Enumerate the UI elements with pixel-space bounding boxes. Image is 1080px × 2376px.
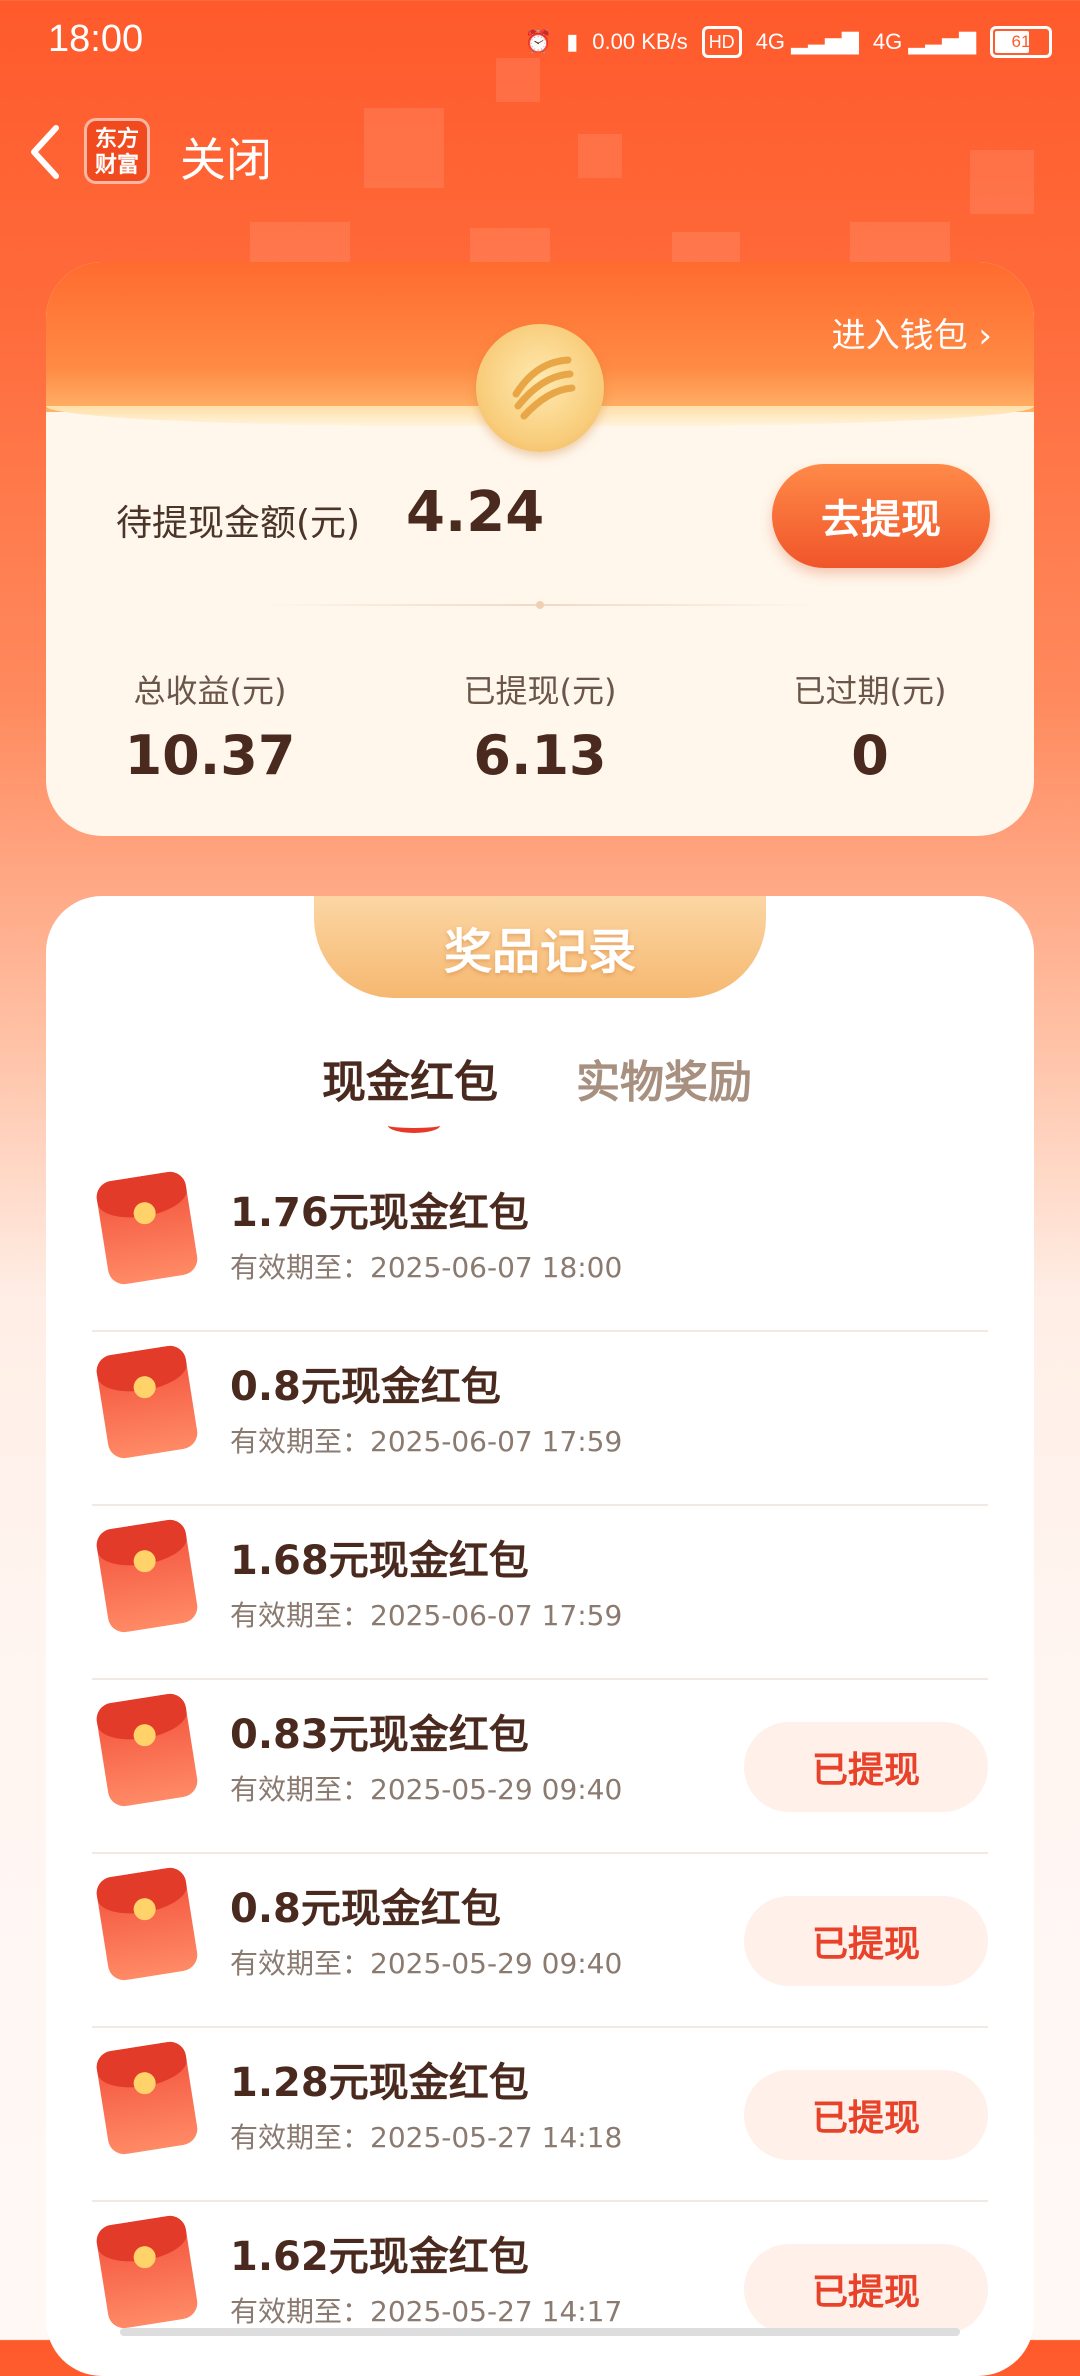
- active-tab-indicator: [388, 1118, 440, 1133]
- red-envelope-icon: [94, 2039, 200, 2157]
- list-item-date: 有效期至：2025-05-27 14:18: [230, 2121, 623, 2154]
- enter-wallet-link[interactable]: 进入钱包 ›: [832, 308, 992, 357]
- list-item[interactable]: 1.62元现金红包 有效期至：2025-05-27 14:17 已提现: [92, 2200, 988, 2374]
- stat-value: 10.37: [124, 724, 296, 787]
- prize-records-header: 奖品记录: [314, 896, 766, 998]
- header-decoration: [850, 222, 950, 262]
- stat-label: 已提现(元): [463, 672, 617, 710]
- header-decoration: [578, 134, 622, 178]
- red-envelope-icon: [94, 1517, 200, 1635]
- stat-label: 总收益(元): [133, 672, 287, 710]
- close-button[interactable]: 关闭: [180, 124, 272, 190]
- list-item-date: 有效期至：2025-06-07 17:59: [230, 1425, 623, 1458]
- stat-withdrawn: 已提现(元) 6.13: [390, 666, 690, 787]
- stat-total-earnings: 总收益(元) 10.37: [60, 666, 360, 787]
- header-decoration: [364, 108, 444, 188]
- pending-amount-value: 4.24: [406, 480, 545, 545]
- red-envelope-icon: [94, 2213, 200, 2331]
- status-time: 18:00: [48, 18, 144, 60]
- stat-expired: 已过期(元) 0: [720, 666, 1020, 787]
- list-item-date: 有效期至：2025-05-29 09:40: [230, 1947, 623, 1980]
- list-item-title: 0.8元现金红包: [230, 1364, 501, 1410]
- list-item-date: 有效期至：2025-05-29 09:40: [230, 1773, 623, 1806]
- header-decoration: [970, 150, 1034, 214]
- tab-physical-rewards[interactable]: 实物奖励: [576, 1046, 752, 1110]
- list-item[interactable]: 1.76元现金红包 有效期至：2025-06-07 18:00: [92, 1156, 988, 1332]
- status-icons: ⏰ ▮ 0.00 KB/s HD 4G ▂▃▅▇ 4G ▂▃▅▇ 61: [525, 20, 1052, 64]
- list-item[interactable]: 1.28元现金红包 有效期至：2025-05-27 14:18 已提现: [92, 2026, 988, 2202]
- alarm-icon: ⏰: [524, 29, 553, 54]
- wallet-card: 进入钱包 › 待提现金额(元) 4.24 去提现 总收益(元) 10.37 已提…: [46, 262, 1034, 836]
- withdrawn-button[interactable]: 已提现: [744, 1896, 988, 1986]
- withdrawn-button[interactable]: 已提现: [744, 1722, 988, 1812]
- withdrawn-button[interactable]: 已提现: [744, 2244, 988, 2334]
- stat-label: 已过期(元): [793, 672, 947, 710]
- list-item[interactable]: 1.68元现金红包 有效期至：2025-06-07 17:59: [92, 1504, 988, 1680]
- battery-icon: 61: [990, 26, 1052, 58]
- list-item-title: 1.28元现金红包: [230, 2060, 529, 2106]
- status-bar: 18:00 ⏰ ▮ 0.00 KB/s HD 4G ▂▃▅▇ 4G ▂▃▅▇ 6…: [0, 0, 1080, 84]
- network-speed: 0.00 KB/s: [592, 29, 688, 54]
- tab-cash-red-packet[interactable]: 现金红包: [322, 1046, 498, 1110]
- home-indicator[interactable]: [120, 2328, 960, 2336]
- red-envelope-icon: [94, 1169, 200, 1287]
- list-item-title: 1.76元现金红包: [230, 1190, 529, 1236]
- list-item-title: 1.68元现金红包: [230, 1538, 529, 1584]
- list-item-title: 1.62元现金红包: [230, 2234, 529, 2280]
- prize-records-title: 奖品记录: [443, 924, 636, 980]
- list-item[interactable]: 0.8元现金红包 有效期至：2025-05-29 09:40 已提现: [92, 1852, 988, 2028]
- app-logo: 东方 财富: [84, 118, 150, 184]
- stat-value: 0: [851, 724, 889, 787]
- list-item[interactable]: 0.8元现金红包 有效期至：2025-06-07 17:59: [92, 1330, 988, 1506]
- list-item-date: 有效期至：2025-05-27 14:17: [230, 2295, 623, 2328]
- list-item-title: 0.83元现金红包: [230, 1712, 529, 1758]
- stat-value: 6.13: [473, 724, 607, 787]
- sim2-signal-icon: 4G ▂▃▅▇: [872, 29, 976, 54]
- coin-icon: [476, 324, 604, 452]
- vibrate-icon: ▮: [566, 29, 579, 54]
- list-item-date: 有效期至：2025-06-07 17:59: [230, 1599, 623, 1632]
- header-decoration: [250, 222, 350, 262]
- sim1-signal-icon: 4G ▂▃▅▇: [755, 29, 859, 54]
- chevron-left-icon[interactable]: [22, 118, 70, 186]
- list-item-date: 有效期至：2025-06-07 18:00: [230, 1251, 623, 1284]
- list-item-title: 0.8元现金红包: [230, 1886, 501, 1932]
- red-envelope-icon: [94, 1343, 200, 1461]
- withdraw-button[interactable]: 去提现: [772, 464, 990, 568]
- hd-icon: HD: [701, 26, 742, 58]
- pending-amount-label: 待提现金额(元): [116, 503, 361, 544]
- withdrawn-button[interactable]: 已提现: [744, 2070, 988, 2160]
- red-envelope-icon: [94, 1865, 200, 1983]
- header-decoration: [470, 228, 550, 262]
- header-decoration: [672, 232, 740, 262]
- prize-records-card: 奖品记录 现金红包 实物奖励 1.76元现金红包 有效期至：2025-06-07…: [46, 896, 1034, 2376]
- red-envelope-icon: [94, 1691, 200, 1809]
- divider-dot: [536, 601, 544, 609]
- list-item[interactable]: 0.83元现金红包 有效期至：2025-05-29 09:40 已提现: [92, 1678, 988, 1854]
